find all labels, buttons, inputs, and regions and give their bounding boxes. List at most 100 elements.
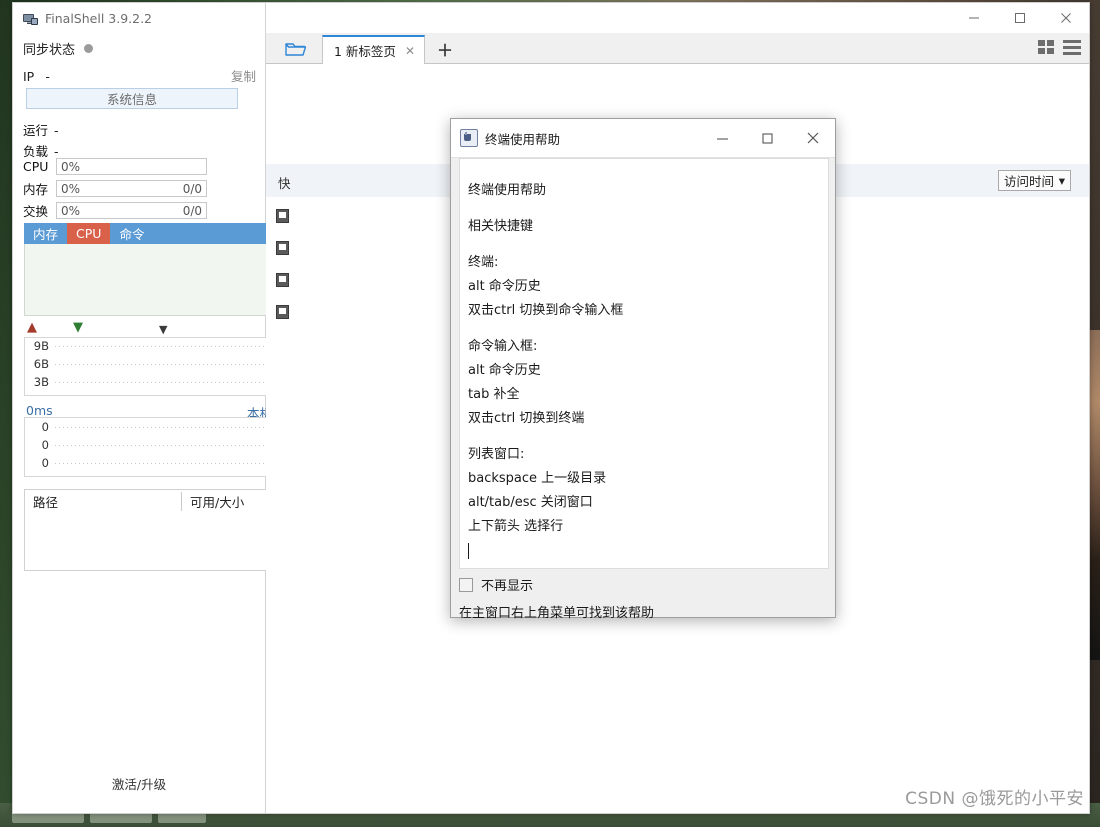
- ip-row: IP - 复制: [23, 66, 256, 84]
- file-icon[interactable]: [276, 241, 289, 255]
- ping-tick: 0: [41, 438, 49, 452]
- chevron-down-icon: ▾: [1058, 173, 1065, 188]
- tab-bar: 1 新标签页 ✕ ＋: [266, 33, 1089, 64]
- list-view-icon[interactable]: [1063, 40, 1081, 59]
- ping-latency: 0ms: [26, 403, 53, 418]
- arrow-up-icon: ▲: [27, 320, 37, 335]
- network-tick: 9B: [33, 339, 49, 353]
- minimize-button[interactable]: [951, 3, 997, 33]
- load-label: 负载: [23, 144, 49, 159]
- memory-meter: 0% 0/0: [56, 180, 207, 197]
- cpu-label: CPU: [23, 159, 49, 174]
- help-line: alt/tab/esc 关闭窗口: [468, 495, 593, 510]
- file-icon[interactable]: [276, 273, 289, 287]
- chevron-down-icon[interactable]: ▼: [159, 324, 167, 335]
- swap-meter: 0% 0/0: [56, 202, 207, 219]
- sync-status-label: 同步状态: [23, 43, 76, 58]
- process-tabs: 内存 CPU 命令: [24, 223, 274, 244]
- help-line: tab 补全: [468, 387, 520, 402]
- help-line: alt 命令历史: [468, 279, 541, 294]
- swap-fraction: 0/0: [182, 204, 202, 218]
- ip-value: -: [45, 69, 50, 84]
- arrow-down-icon: ▼: [73, 320, 83, 335]
- help-blank-line: [468, 431, 828, 443]
- uptime-value: -: [54, 123, 59, 138]
- open-folder-icon[interactable]: [276, 36, 316, 63]
- help-line: 命令输入框:: [468, 339, 538, 354]
- help-blank-line: [468, 203, 828, 215]
- help-line: 终端使用帮助: [468, 183, 547, 198]
- dialog-help-text[interactable]: 终端使用帮助 相关快捷键 终端: alt 命令历史 双击ctrl 切换到命令输入框 命令输…: [459, 158, 829, 569]
- column-header-path[interactable]: 路径: [25, 492, 181, 511]
- ping-tick: 0: [41, 456, 49, 470]
- network-traffic-chart: 9B 6B 3B: [24, 337, 274, 396]
- do-not-show-checkbox[interactable]: [459, 577, 473, 592]
- process-tab-cpu[interactable]: CPU: [67, 223, 111, 244]
- help-line: 上下箭头 选择行: [468, 519, 564, 534]
- close-button[interactable]: [1043, 3, 1089, 33]
- swap-label: 交换: [23, 204, 49, 219]
- copy-ip-link[interactable]: 复制: [231, 66, 256, 85]
- help-line: 列表窗口:: [468, 447, 525, 462]
- activate-upgrade-link[interactable]: 激活/升级: [13, 774, 265, 793]
- memory-meter-row: 内存 0% 0/0: [23, 180, 207, 197]
- file-icon[interactable]: [276, 209, 289, 223]
- add-tab-button[interactable]: ＋: [434, 39, 456, 60]
- disk-table-header: 路径 可用/大小: [25, 490, 273, 512]
- do-not-show-label: 不再显示: [481, 579, 534, 594]
- network-tick: 3B: [33, 375, 49, 389]
- cpu-meter-row: CPU 0%: [23, 158, 207, 175]
- memory-fraction: 0/0: [182, 182, 202, 196]
- help-line: backspace 上一级目录: [468, 471, 607, 486]
- dialog-minimize-button[interactable]: [700, 119, 745, 157]
- app-brand: FinalShell 3.9.2.2: [23, 8, 152, 28]
- terminal-help-dialog: 终端使用帮助 终端使用帮助 相关快捷键 终端: alt 命令历史 双击ctrl 切换到命…: [450, 118, 836, 621]
- watermark: CSDN @饿死的小平安: [905, 789, 1084, 809]
- dialog-maximize-button[interactable]: [745, 119, 790, 157]
- dialog-footer: 不再显示 在主窗口右上角菜单可找到该帮助: [459, 571, 829, 621]
- memory-label: 内存: [23, 182, 49, 197]
- file-icon[interactable]: [276, 305, 289, 319]
- disk-path-table: 路径 可用/大小: [24, 489, 274, 571]
- memory-percent: 0%: [61, 182, 81, 196]
- system-info-button[interactable]: 系统信息: [26, 88, 238, 109]
- tab-label: 1 新标签页: [334, 44, 396, 59]
- tab-new-page[interactable]: 1 新标签页 ✕: [322, 35, 425, 64]
- filter-label: 快: [278, 176, 291, 191]
- cpu-meter: 0%: [56, 158, 207, 175]
- text-caret: [468, 539, 828, 563]
- sort-by-value: 访问时间: [1004, 174, 1055, 189]
- sync-status-row: 同步状态: [23, 39, 94, 58]
- help-line: 双击ctrl 切换到命令输入框: [468, 303, 624, 318]
- file-list: [276, 209, 289, 337]
- dialog-close-button[interactable]: [790, 119, 835, 157]
- view-toggle-group: [1038, 40, 1081, 59]
- dialog-footer-note: 在主窗口右上角菜单可找到该帮助: [459, 606, 655, 621]
- close-icon[interactable]: ✕: [405, 44, 415, 58]
- help-line: alt 命令历史: [468, 363, 541, 378]
- monitor-icon: [23, 12, 38, 25]
- swap-meter-row: 交换 0% 0/0: [23, 202, 207, 219]
- column-header-size[interactable]: 可用/大小: [181, 491, 273, 511]
- help-line: 双击ctrl 切换到终端: [468, 411, 585, 426]
- cpu-percent: 0%: [61, 160, 81, 174]
- java-icon: [460, 129, 478, 147]
- process-tab-memory[interactable]: 内存: [24, 223, 67, 244]
- grid-view-icon[interactable]: [1038, 40, 1055, 59]
- uptime-row: 运行 -: [23, 120, 59, 139]
- sidebar: FinalShell 3.9.2.2 同步状态 IP - 复制 系统信息 运行 -…: [13, 3, 277, 813]
- status-dot: [84, 44, 94, 53]
- dialog-title: 终端使用帮助: [485, 131, 561, 147]
- help-blank-line: [468, 323, 828, 335]
- ping-tick: 0: [41, 420, 49, 434]
- process-list-panel[interactable]: [24, 244, 274, 316]
- help-blank-line: [468, 239, 828, 251]
- sort-by-select[interactable]: 访问时间 ▾: [998, 170, 1071, 191]
- do-not-show-row[interactable]: 不再显示: [459, 571, 829, 594]
- dialog-titlebar: 终端使用帮助: [451, 119, 835, 158]
- help-line: 终端:: [468, 255, 499, 270]
- swap-percent: 0%: [61, 204, 81, 218]
- network-tick: 6B: [33, 357, 49, 371]
- process-tab-command[interactable]: 命令: [110, 223, 153, 244]
- maximize-button[interactable]: [997, 3, 1043, 33]
